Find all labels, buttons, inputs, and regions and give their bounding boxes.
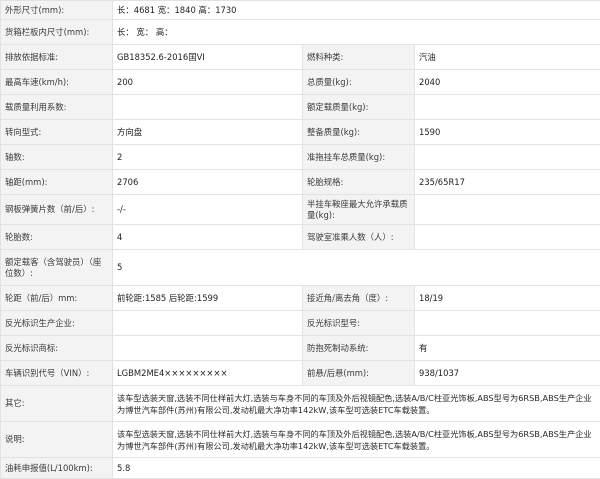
value-leaf-springs: -/- — [113, 195, 303, 225]
table-row: 反光标识生产企业: 反光标识型号: — [1, 311, 600, 336]
value-max-speed: 200 — [113, 70, 303, 95]
label-trailer-mass: 准拖挂车总质量(kg): — [303, 145, 415, 170]
label-approach-departure-angle: 接近角/离去角（度）: — [303, 286, 415, 311]
label-gross-mass: 总质量(kg): — [303, 70, 415, 95]
table-row: 说明: 该车型选装天窗,选装不同仕样前大灯,选装与车身不同的车顶及外后视镜配色,… — [1, 422, 600, 458]
value-rated-load — [415, 95, 600, 120]
label-vin: 车辆识别代号（VIN）: — [1, 361, 113, 386]
value-tire-spec: 235/65R17 — [415, 170, 600, 195]
label-fuel-consumption: 油耗申报值(L/100km): — [1, 458, 113, 479]
value-overhang: 938/1037 — [415, 361, 600, 386]
value-reflector-maker — [113, 311, 303, 336]
value-track-width: 前轮距:1585 后轮距:1599 — [113, 286, 303, 311]
label-abs: 防抱死制动系统: — [303, 336, 415, 361]
value-gross-mass: 2040 — [415, 70, 600, 95]
label-reflector-maker: 反光标识生产企业: — [1, 311, 113, 336]
label-axle-count: 轴数: — [1, 145, 113, 170]
value-reflector-brand — [113, 336, 303, 361]
value-fuel-type: 汽油 — [415, 45, 600, 70]
value-cargo-box-dimensions: 长： 宽： 高： — [113, 20, 600, 45]
value-emission-standard: GB18352.6-2016国VI — [113, 45, 303, 70]
label-other: 其它: — [1, 386, 113, 422]
value-steering-type: 方向盘 — [113, 120, 303, 145]
label-track-width: 轮距（前/后）mm: — [1, 286, 113, 311]
value-axle-count: 2 — [113, 145, 303, 170]
value-load-utilization — [113, 95, 303, 120]
value-other: 该车型选装天窗,选装不同仕样前大灯,选装与车身不同的车顶及外后视镜配色,选装A/… — [113, 386, 600, 422]
value-notes: 该车型选装天窗,选装不同仕样前大灯,选装与车身不同的车顶及外后视镜配色,选装A/… — [113, 422, 600, 458]
table-row: 钢板弹簧片数（前/后）: -/- 半挂车鞍座最大允许承载质量(kg): — [1, 195, 600, 225]
value-overall-dimensions: 长：4681 宽：1840 高：1730 — [113, 1, 600, 20]
label-notes: 说明: — [1, 422, 113, 458]
label-cab-capacity: 驾驶室准乘人数（人）: — [303, 225, 415, 250]
label-emission-standard: 排放依据标准: — [1, 45, 113, 70]
label-overhang: 前悬/后悬(mm): — [303, 361, 415, 386]
table-row: 轴数: 2 准拖挂车总质量(kg): — [1, 145, 600, 170]
label-reflector-model: 反光标识型号: — [303, 311, 415, 336]
table-row: 油耗申报值(L/100km): 5.8 — [1, 458, 600, 479]
label-saddle-load: 半挂车鞍座最大允许承载质量(kg): — [303, 195, 415, 225]
label-steering-type: 转向型式: — [1, 120, 113, 145]
label-rated-passengers: 额定载客（含驾驶员）（座位数）: — [1, 250, 113, 286]
table-row: 载质量利用系数: 额定载质量(kg): — [1, 95, 600, 120]
value-approach-departure-angle: 18/19 — [415, 286, 600, 311]
vehicle-spec-table: 外形尺寸(mm): 长：4681 宽：1840 高：1730 货箱栏板内尺寸(m… — [0, 0, 600, 479]
value-rated-passengers: 5 — [113, 250, 600, 286]
table-row: 外形尺寸(mm): 长：4681 宽：1840 高：1730 — [1, 1, 600, 20]
value-abs: 有 — [415, 336, 600, 361]
table-row: 额定载客（含驾驶员）（座位数）: 5 — [1, 250, 600, 286]
value-trailer-mass — [415, 145, 600, 170]
value-fuel-consumption: 5.8 — [113, 458, 600, 479]
value-vin: LGBM2ME4××××××××× — [113, 361, 303, 386]
value-saddle-load — [415, 195, 600, 225]
table-row: 车辆识别代号（VIN）: LGBM2ME4××××××××× 前悬/后悬(mm)… — [1, 361, 600, 386]
table-row: 最高车速(km/h): 200 总质量(kg): 2040 — [1, 70, 600, 95]
label-fuel-type: 燃料种类: — [303, 45, 415, 70]
value-curb-mass: 1590 — [415, 120, 600, 145]
label-rated-load: 额定载质量(kg): — [303, 95, 415, 120]
value-wheelbase: 2706 — [113, 170, 303, 195]
label-wheelbase: 轴距(mm): — [1, 170, 113, 195]
label-tire-spec: 轮胎规格: — [303, 170, 415, 195]
table-row: 轴距(mm): 2706 轮胎规格: 235/65R17 — [1, 170, 600, 195]
table-row: 轮胎数: 4 驾驶室准乘人数（人）: — [1, 225, 600, 250]
vehicle-spec-page: 外形尺寸(mm): 长：4681 宽：1840 高：1730 货箱栏板内尺寸(m… — [0, 0, 600, 463]
label-leaf-springs: 钢板弹簧片数（前/后）: — [1, 195, 113, 225]
table-row: 货箱栏板内尺寸(mm): 长： 宽： 高： — [1, 20, 600, 45]
table-row: 其它: 该车型选装天窗,选装不同仕样前大灯,选装与车身不同的车顶及外后视镜配色,… — [1, 386, 600, 422]
label-curb-mass: 整备质量(kg): — [303, 120, 415, 145]
label-overall-dimensions: 外形尺寸(mm): — [1, 1, 113, 20]
table-row: 轮距（前/后）mm: 前轮距:1585 后轮距:1599 接近角/离去角（度）:… — [1, 286, 600, 311]
label-tire-count: 轮胎数: — [1, 225, 113, 250]
table-row: 反光标识商标: 防抱死制动系统: 有 — [1, 336, 600, 361]
table-row: 排放依据标准: GB18352.6-2016国VI 燃料种类: 汽油 — [1, 45, 600, 70]
table-row: 转向型式: 方向盘 整备质量(kg): 1590 — [1, 120, 600, 145]
label-reflector-brand: 反光标识商标: — [1, 336, 113, 361]
value-cab-capacity — [415, 225, 600, 250]
value-tire-count: 4 — [113, 225, 303, 250]
label-max-speed: 最高车速(km/h): — [1, 70, 113, 95]
value-reflector-model — [415, 311, 600, 336]
label-load-utilization: 载质量利用系数: — [1, 95, 113, 120]
label-cargo-box-dimensions: 货箱栏板内尺寸(mm): — [1, 20, 113, 45]
